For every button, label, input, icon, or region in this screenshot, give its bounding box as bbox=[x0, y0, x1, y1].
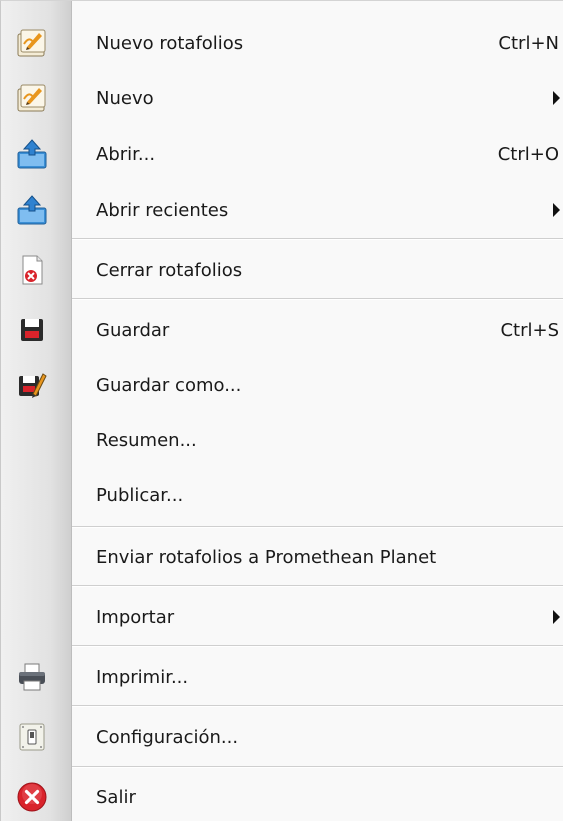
menu-separator bbox=[72, 766, 563, 768]
menu-item-label: Salir bbox=[96, 786, 136, 808]
menu-item-label: Nuevo bbox=[96, 87, 154, 109]
shortcut-label: Ctrl+S bbox=[500, 319, 559, 341]
menu-item-label: Importar bbox=[96, 606, 175, 628]
settings-switch-icon bbox=[15, 720, 49, 754]
menu-item-exit[interactable]: Salir bbox=[1, 773, 563, 821]
shortcut-label: Ctrl+O bbox=[497, 143, 559, 165]
menu-separator bbox=[72, 526, 563, 528]
menu-item-label: Configuración... bbox=[96, 726, 239, 748]
menu-item-label: Enviar rotafolios a Promethean Planet bbox=[96, 546, 437, 568]
menu-item-label: Cerrar rotafolios bbox=[96, 259, 243, 281]
new-flipchart-icon bbox=[15, 26, 49, 60]
menu-item-save-as[interactable]: Guardar como... bbox=[1, 361, 563, 409]
menu-item-open[interactable]: Abrir... Ctrl+O bbox=[1, 130, 563, 178]
menu-item-summary[interactable]: Resumen... bbox=[1, 416, 563, 464]
menu-item-label: Guardar bbox=[96, 319, 170, 341]
open-folder-icon bbox=[15, 137, 49, 171]
file-menu: Nuevo rotafolios Ctrl+N Nuevo Abrir... C… bbox=[0, 0, 563, 821]
submenu-arrow-icon bbox=[553, 91, 560, 105]
menu-item-print[interactable]: Imprimir... bbox=[1, 653, 563, 701]
exit-icon bbox=[15, 780, 49, 814]
shortcut-label: Ctrl+N bbox=[498, 32, 559, 54]
save-as-icon bbox=[15, 368, 49, 402]
menu-item-label: Abrir... bbox=[96, 143, 156, 165]
menu-item-send-to-planet[interactable]: Enviar rotafolios a Promethean Planet bbox=[1, 533, 563, 581]
menu-separator bbox=[72, 705, 563, 707]
menu-item-label: Imprimir... bbox=[96, 666, 189, 688]
new-flipchart-icon bbox=[15, 81, 49, 115]
menu-item-open-recent[interactable]: Abrir recientes bbox=[1, 186, 563, 234]
menu-item-close-flipchart[interactable]: Cerrar rotafolios bbox=[1, 246, 563, 294]
menu-item-settings[interactable]: Configuración... bbox=[1, 713, 563, 761]
menu-item-label: Resumen... bbox=[96, 429, 197, 451]
menu-item-new-flipchart[interactable]: Nuevo rotafolios Ctrl+N bbox=[1, 19, 563, 67]
menu-item-label: Guardar como... bbox=[96, 374, 242, 396]
menu-item-label: Publicar... bbox=[96, 484, 184, 506]
menu-separator bbox=[72, 238, 563, 240]
menu-item-import[interactable]: Importar bbox=[1, 593, 563, 641]
menu-item-save[interactable]: Guardar Ctrl+S bbox=[1, 306, 563, 354]
menu-separator bbox=[72, 645, 563, 647]
submenu-arrow-icon bbox=[553, 610, 560, 624]
menu-separator bbox=[72, 298, 563, 300]
menu-item-label: Nuevo rotafolios bbox=[96, 32, 244, 54]
submenu-arrow-icon bbox=[553, 203, 560, 217]
menu-item-publish[interactable]: Publicar... bbox=[1, 471, 563, 519]
close-document-icon bbox=[15, 253, 49, 287]
open-folder-icon bbox=[15, 193, 49, 227]
menu-separator bbox=[72, 585, 563, 587]
printer-icon bbox=[15, 660, 49, 694]
save-disk-icon bbox=[15, 313, 49, 347]
menu-item-new[interactable]: Nuevo bbox=[1, 74, 563, 122]
menu-item-label: Abrir recientes bbox=[96, 199, 229, 221]
